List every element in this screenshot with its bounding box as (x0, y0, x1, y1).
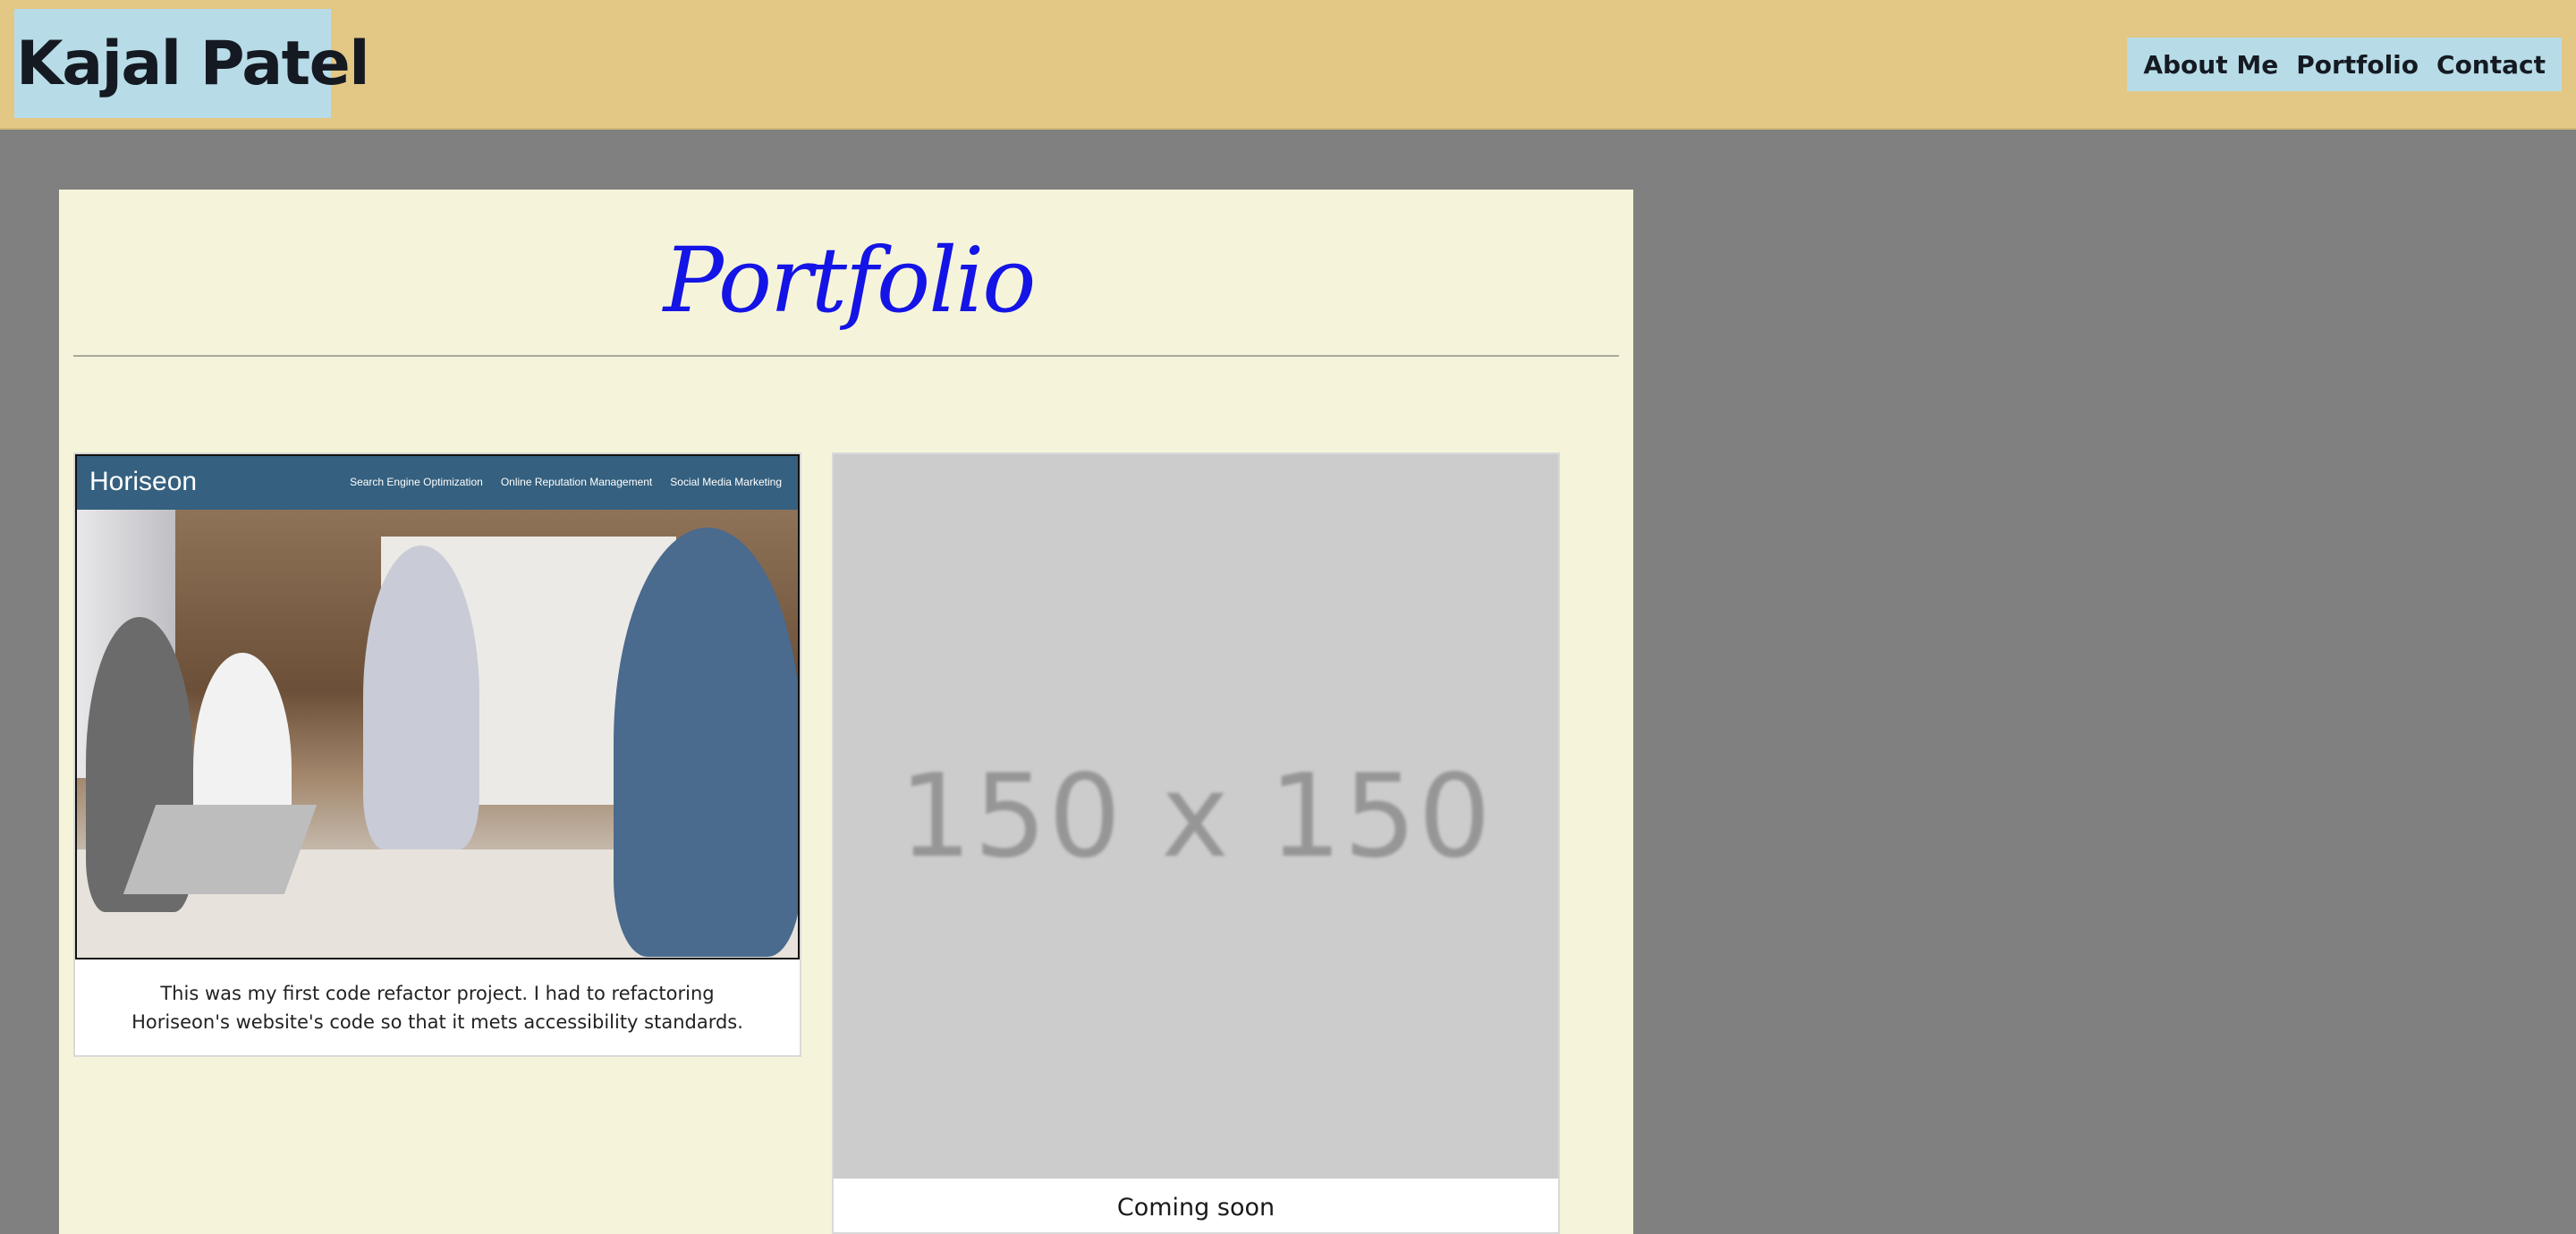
brand-name: Kajal Patel (16, 28, 370, 99)
portfolio-section: Portfolio Horiseon Search Engine Optimiz… (59, 190, 1633, 1234)
section-title: Portfolio (663, 228, 1037, 333)
laptop (123, 805, 318, 894)
meeting-photo (77, 510, 798, 958)
screenshot-nav-item: Online Reputation Management (500, 476, 653, 488)
section-divider (73, 355, 1619, 357)
screenshot-nav-item: Search Engine Optimization (350, 476, 483, 488)
nav-link-portfolio[interactable]: Portfolio (2296, 50, 2419, 80)
screenshot-header-bar: Horiseon Search Engine Optimization Onli… (77, 456, 798, 510)
site-brand[interactable]: Kajal Patel (14, 9, 370, 118)
photo-person (614, 528, 798, 957)
main-nav: About Me Portfolio Contact (2127, 38, 2562, 91)
nav-link-contact[interactable]: Contact (2436, 50, 2546, 80)
project-caption: Coming soon (1116, 1193, 1275, 1221)
photo-person (363, 545, 479, 849)
project-card-coming-soon[interactable]: 150 x 150 Coming soon (832, 452, 1560, 1234)
project-card-horiseon[interactable]: Horiseon Search Engine Optimization Onli… (73, 452, 801, 1057)
site-header: Kajal Patel About Me Portfolio Contact (0, 0, 2576, 130)
project-screenshot[interactable]: Horiseon Search Engine Optimization Onli… (75, 454, 800, 959)
placeholder-label: 150 x 150 (899, 749, 1493, 883)
screenshot-nav-item: Social Media Marketing (670, 476, 782, 488)
placeholder-image: 150 x 150 (834, 454, 1558, 1179)
project-description: This was my first code refactor project.… (131, 982, 743, 1033)
nav-link-about-me[interactable]: About Me (2143, 50, 2278, 80)
screenshot-logo: Horiseon (89, 467, 198, 496)
screenshot-nav: Search Engine Optimization Online Reputa… (350, 476, 782, 488)
